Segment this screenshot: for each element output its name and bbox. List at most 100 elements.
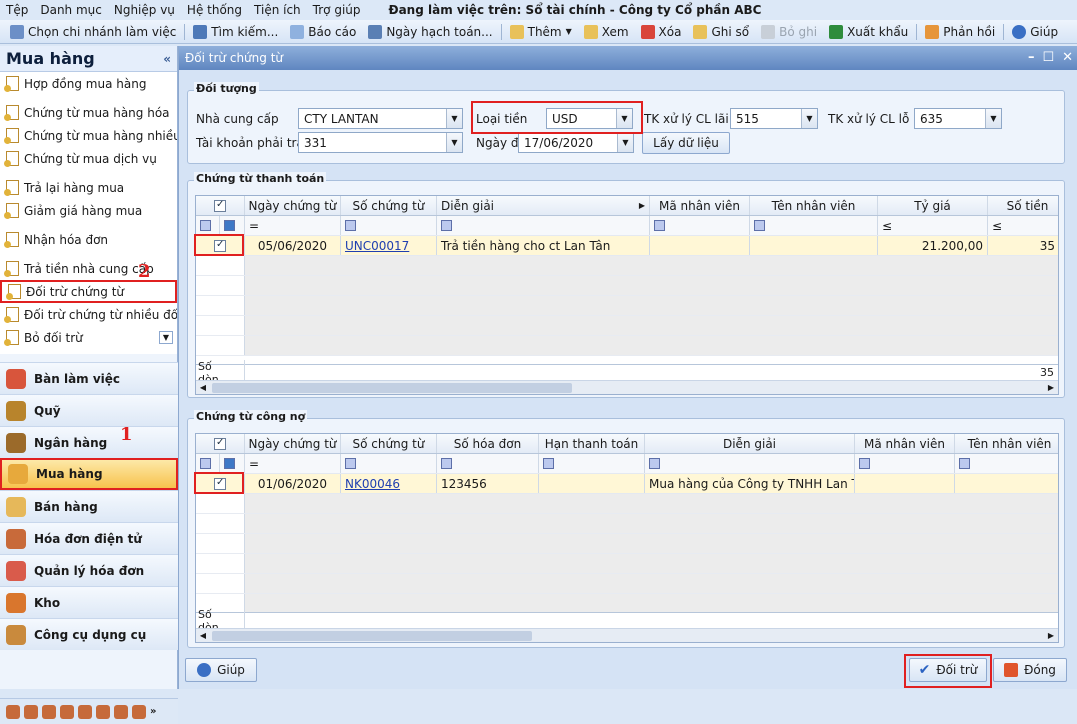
table-row[interactable]: 05/06/2020 UNC00017 Trả tiền hàng cho ct… [196,236,1058,256]
sidebar-item-offset-multi[interactable]: Đối trừ chứng từ nhiều đối t... [0,303,177,326]
export-button[interactable]: Xuất khẩu [823,24,914,39]
filter-icon[interactable] [859,458,870,469]
filter-cell[interactable] [955,454,1058,473]
filter-icon[interactable] [224,458,235,469]
help-button[interactable]: Giúp [185,658,257,682]
search-button[interactable]: Tìm kiếm... [187,24,284,39]
filter-cell[interactable] [855,454,955,473]
chevron-down-icon[interactable]: ▼ [446,109,462,128]
select-all-checkbox[interactable] [214,437,226,450]
filter-cell[interactable] [341,454,437,473]
scroll-down-icon[interactable]: ▼ [159,331,173,344]
column-header[interactable]: Mã nhân viên [855,434,955,453]
module-desk[interactable]: Bàn làm việc [0,362,178,394]
supplier-combo[interactable]: CTY LANTAN ▼ [298,108,463,129]
module-shortcut-icon[interactable] [6,704,20,719]
select-all-checkbox[interactable] [214,199,226,212]
menu-system[interactable]: Hệ thống [181,3,248,17]
filter-icon[interactable] [345,458,356,469]
scroll-right-icon[interactable]: ▶ [1044,381,1058,394]
sidebar-item-multi-purchase[interactable]: Chứng từ mua hàng nhiều... [0,124,177,147]
report-button[interactable]: Báo cáo [284,24,362,39]
filter-cell[interactable] [650,216,750,235]
filter-icon[interactable] [441,458,452,469]
filter-icon[interactable] [441,220,452,231]
module-shortcut-icon[interactable] [24,704,38,719]
chevron-down-icon[interactable]: ▼ [617,133,633,152]
module-purchase[interactable]: Mua hàng [0,458,178,490]
column-header[interactable]: Tên nhân viên [750,196,878,215]
menu-utilities[interactable]: Tiện ích [248,3,307,17]
filter-cell[interactable]: = [245,216,341,235]
module-shortcut-icon[interactable] [60,704,74,719]
filter-cell[interactable] [539,454,645,473]
more-modules-icon[interactable]: » [150,706,156,717]
voucher-link[interactable]: UNC00017 [345,239,409,253]
filter-icon[interactable] [543,458,554,469]
filter-icon[interactable] [649,458,660,469]
sidebar-item-purchase-return[interactable]: Trả lại hàng mua [0,176,177,199]
filter-icon[interactable] [959,458,970,469]
menu-operations[interactable]: Nghiệp vụ [108,3,181,17]
offset-date-picker[interactable]: 17/06/2020 ▼ [518,132,634,153]
column-header[interactable]: Số hóa đơn [437,434,539,453]
column-header[interactable]: Ngày chứng từ [245,434,341,453]
column-header[interactable]: Số tiền [988,196,1058,215]
sidebar-item-receive-invoice[interactable]: Nhận hóa đơn [0,228,177,251]
sidebar-item-goods-purchase[interactable]: Chứng từ mua hàng hóa [0,101,177,124]
sidebar-item-service-purchase[interactable]: Chứng từ mua dịch vụ [0,147,177,170]
filter-icon[interactable] [200,220,211,231]
menu-help[interactable]: Trợ giúp [307,3,367,17]
menu-catalog[interactable]: Danh mục [34,3,108,17]
feedback-button[interactable]: Phản hồi [919,24,1001,39]
gain-account-combo[interactable]: 515 ▼ [730,108,818,129]
post-button[interactable]: Ghi sổ [687,24,755,39]
payments-horizontal-scrollbar[interactable]: ◀ ▶ [196,380,1058,394]
filter-cell[interactable] [437,216,650,235]
minimize-icon[interactable]: – [1028,50,1035,65]
module-invoice-management[interactable]: Quản lý hóa đơn [0,554,178,586]
filter-cell[interactable] [645,454,855,473]
module-shortcut-icon[interactable] [132,704,146,719]
module-bank[interactable]: Ngân hàng [0,426,178,458]
module-cash[interactable]: Quỹ [0,394,178,426]
sidebar-item-cancel-offset[interactable]: Bỏ đối trừ ▼ [0,326,177,349]
module-sales[interactable]: Bán hàng [0,490,178,522]
payable-account-combo[interactable]: 331 ▼ [298,132,463,153]
column-header[interactable]: Ngày chứng từ [245,196,341,215]
scroll-left-icon[interactable]: ◀ [196,381,210,394]
branch-button[interactable]: Chọn chi nhánh làm việc [4,24,182,39]
scroll-left-icon[interactable]: ◀ [196,629,210,642]
column-header[interactable]: Diễn giải [645,434,855,453]
view-button[interactable]: Xem [578,24,635,39]
filter-cell[interactable]: = [245,454,341,473]
column-header[interactable]: Số chứng từ [341,434,437,453]
table-row[interactable]: 01/06/2020 NK00046 123456 Mua hàng của C… [196,474,1058,494]
column-header[interactable]: Mã nhân viên [650,196,750,215]
module-shortcut-icon[interactable] [114,704,128,719]
module-shortcut-icon[interactable] [96,704,110,719]
filter-icon[interactable] [345,220,356,231]
column-header[interactable]: Diễn giải ▶ [437,196,650,215]
sidebar-item-offset-vouchers[interactable]: Đối trừ chứng từ [0,280,177,303]
module-shortcut-icon[interactable] [42,704,56,719]
debts-horizontal-scrollbar[interactable]: ◀ ▶ [196,628,1058,642]
loss-account-combo[interactable]: 635 ▼ [914,108,1002,129]
module-shortcut-icon[interactable] [78,704,92,719]
delete-button[interactable]: Xóa [635,24,688,39]
filter-icon[interactable] [654,220,665,231]
filter-icon[interactable] [754,220,765,231]
menu-file[interactable]: Tệp [0,3,34,17]
close-button[interactable]: Đóng [993,658,1067,682]
column-header[interactable]: Tên nhân viên [955,434,1058,453]
column-header[interactable]: Số chứng từ [341,196,437,215]
collapse-icon[interactable]: « [163,52,171,66]
sidebar-item-purchase-contract[interactable]: Hợp đồng mua hàng [0,72,177,95]
module-warehouse[interactable]: Kho [0,586,178,618]
sidebar-item-purchase-discount[interactable]: Giảm giá hàng mua [0,199,177,222]
filter-cell[interactable] [750,216,878,235]
module-e-invoice[interactable]: Hóa đơn điện tử [0,522,178,554]
chevron-down-icon[interactable]: ▼ [446,133,462,152]
voucher-link[interactable]: NK00046 [345,477,400,491]
chevron-down-icon[interactable]: ▼ [566,27,572,36]
